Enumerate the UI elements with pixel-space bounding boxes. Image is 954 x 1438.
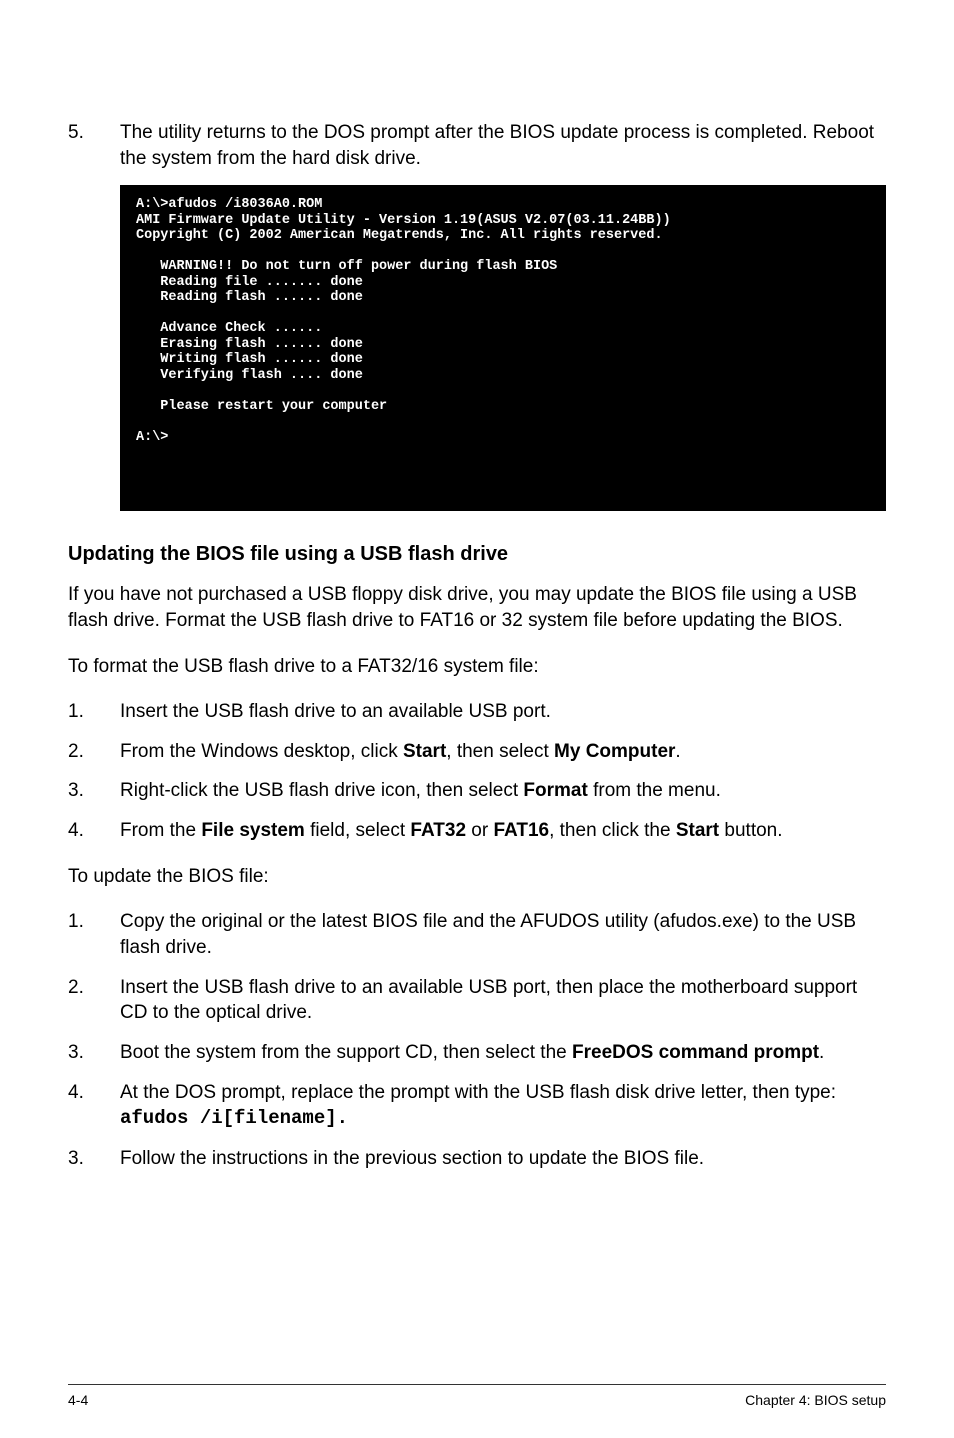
step-number: 2. [68, 739, 120, 765]
step-number: 5. [68, 120, 120, 171]
chapter-label: Chapter 4: BIOS setup [745, 1391, 886, 1410]
step-text: Right-click the USB flash drive icon, th… [120, 778, 886, 804]
section-heading: Updating the BIOS file using a USB flash… [68, 541, 886, 568]
update-step: 1. Copy the original or the latest BIOS … [68, 909, 886, 960]
step-number: 1. [68, 699, 120, 725]
update-step: 3. Boot the system from the support CD, … [68, 1040, 886, 1066]
step-text: Insert the USB flash drive to an availab… [120, 699, 886, 725]
step-text: The utility returns to the DOS prompt af… [120, 120, 886, 171]
page: 5. The utility returns to the DOS prompt… [0, 0, 954, 1438]
step-number: 2. [68, 975, 120, 1026]
page-number: 4-4 [68, 1391, 88, 1410]
step-text: Boot the system from the support CD, the… [120, 1040, 886, 1066]
page-footer: 4-4 Chapter 4: BIOS setup [68, 1384, 886, 1410]
step-text: At the DOS prompt, replace the prompt wi… [120, 1080, 886, 1132]
format-step: 4. From the File system field, select FA… [68, 818, 886, 844]
step-text: Copy the original or the latest BIOS fil… [120, 909, 886, 960]
command-text: afudos /i[filename]. [120, 1107, 348, 1129]
step-number: 1. [68, 909, 120, 960]
step-number: 3. [68, 1040, 120, 1066]
terminal-output: A:\>afudos /i8036A0.ROM AMI Firmware Upd… [120, 185, 886, 511]
step-text: From the Windows desktop, click Start, t… [120, 739, 886, 765]
step-number: 3. [68, 1146, 120, 1172]
format-step: 3. Right-click the USB flash drive icon,… [68, 778, 886, 804]
step-text: From the File system field, select FAT32… [120, 818, 886, 844]
update-lead: To update the BIOS file: [68, 864, 886, 890]
step-text: Follow the instructions in the previous … [120, 1146, 886, 1172]
format-step: 1. Insert the USB flash drive to an avai… [68, 699, 886, 725]
step-text: Insert the USB flash drive to an availab… [120, 975, 886, 1026]
step-number: 3. [68, 778, 120, 804]
step-number: 4. [68, 818, 120, 844]
update-step: 3. Follow the instructions in the previo… [68, 1146, 886, 1172]
step-number: 4. [68, 1080, 120, 1132]
format-step: 2. From the Windows desktop, click Start… [68, 739, 886, 765]
intro-paragraph: If you have not purchased a USB floppy d… [68, 582, 886, 633]
update-step: 2. Insert the USB flash drive to an avai… [68, 975, 886, 1026]
format-lead: To format the USB flash drive to a FAT32… [68, 654, 886, 680]
update-step: 4. At the DOS prompt, replace the prompt… [68, 1080, 886, 1132]
step-5: 5. The utility returns to the DOS prompt… [68, 120, 886, 171]
